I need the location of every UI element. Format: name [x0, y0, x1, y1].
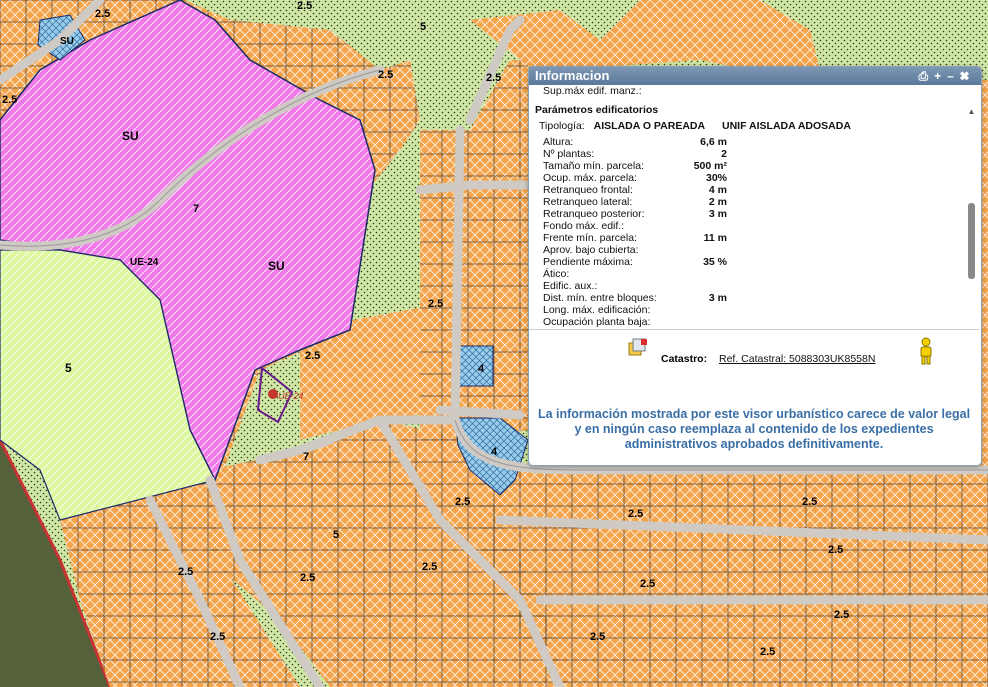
scrollbar[interactable]: ▲ ▼ [967, 107, 976, 329]
zone-label-2-5: 2.5 [802, 496, 817, 508]
param-value: 2 m [708, 196, 727, 208]
legal-disclaimer: La información mostrada por este visor u… [537, 407, 971, 451]
catastro-ref-link[interactable]: Ref. Catastral: 5088303UK8558N [719, 353, 875, 365]
param-value: 30% [705, 172, 727, 184]
tipologia-value-2: UNIF AISLADA ADOSADA [722, 120, 851, 132]
param-key: Frente mín. parcela: [543, 232, 637, 244]
zone-label-2-5: 2.5 [760, 646, 775, 658]
print-icon[interactable]: ⎙ [919, 69, 935, 83]
param-value: 4 m [708, 184, 727, 196]
param-key: Ocup. máx. parcela: [543, 172, 637, 184]
zone-label-su: SU [268, 259, 285, 273]
param-key: Retranqueo frontal: [543, 184, 633, 196]
param-key: Long. máx. edificación: [543, 304, 651, 316]
zone-label-2-5: 2.5 [210, 631, 225, 643]
param-key: Aprov. bajo cubierta: [543, 244, 639, 256]
param-row: Retranqueo lateral: 2 m [535, 196, 957, 208]
param-row: Frente mín. parcela: 11 m [535, 232, 957, 244]
zone-label-7: 7 [303, 451, 309, 463]
minimize-icon[interactable]: – [947, 69, 960, 83]
param-row: Aprov. bajo cubierta: [535, 244, 957, 256]
zone-label-5: 5 [65, 361, 72, 375]
param-value: 3 m [708, 208, 727, 220]
param-key: Ocupación planta baja: [543, 316, 651, 328]
section-title: Parámetros edificatorios [535, 104, 659, 116]
zone-label-4: 4 [478, 363, 485, 375]
zone-label-2-5: 2.5 [305, 350, 320, 362]
zone-label-2-5: 2.5 [378, 69, 393, 81]
param-row: Edific. aux.: [535, 280, 957, 292]
param-row: Fondo máx. edif.: [535, 220, 957, 232]
param-key: Dist. mín. entre bloques: [543, 292, 657, 304]
zone-label-5: 5 [333, 529, 339, 541]
param-key: Ático: [543, 268, 570, 280]
param-value: 11 m [703, 232, 727, 244]
maximize-icon[interactable]: + [934, 69, 947, 83]
param-key: Fondo máx. edif.: [543, 220, 625, 232]
scroll-thumb[interactable] [968, 203, 975, 279]
zone-label-su: SU [60, 36, 74, 47]
zone-label-2-5: 2.5 [834, 609, 849, 621]
zone-label-2-5: 2.5 [300, 572, 315, 584]
tipologia-row: Tipología: AISLADA O PAREADA UNIF AISLAD… [539, 120, 851, 132]
catastro-icon[interactable] [627, 337, 649, 359]
zone-label-2-5: 2.5 [640, 578, 655, 590]
param-row: Retranqueo posterior: 3 m [535, 208, 957, 220]
zone-label-2-5: 2.5 [828, 544, 843, 556]
param-row: Long. máx. edificación: [535, 304, 957, 316]
param-row: Ocupación planta baja: [535, 316, 957, 328]
param-value: 500 m² [693, 160, 727, 172]
streetview-person-icon[interactable] [917, 337, 935, 365]
param-row: Altura: 6,6 m [535, 136, 957, 148]
sup-max-row: Sup.máx edif. manz.: [543, 85, 642, 97]
param-value: 6,6 m [700, 136, 727, 148]
tipologia-value-1: AISLADA O PAREADA [593, 120, 706, 132]
info-panel[interactable]: Informacion ⎙+–✖ Sup.máx edif. manz.: Pa… [528, 66, 982, 466]
zone-label-2-5: 2.5 [455, 496, 470, 508]
param-key: Pendiente máxima: [543, 256, 633, 268]
zone-label-su: SU [122, 129, 139, 143]
zone-label-2-5: 2.5 [422, 561, 437, 573]
param-row: Retranqueo frontal: 4 m [535, 184, 957, 196]
selected-parcel-label: UE-24 [278, 391, 304, 401]
param-value: 35 % [703, 256, 727, 268]
catastro-label: Catastro: [661, 353, 708, 365]
zone-label-2-5: 2.5 [590, 631, 605, 643]
info-panel-scroll-area[interactable]: Sup.máx edif. manz.: Parámetros edificat… [529, 85, 979, 330]
zone-label-4: 4 [491, 446, 498, 458]
param-row: Tamaño mín. parcela: 500 m² [535, 160, 957, 172]
param-row: Pendiente máxima: 35 % [535, 256, 957, 268]
param-key: Retranqueo lateral: [543, 196, 633, 208]
zone-label-ue24: UE-24 [130, 257, 159, 268]
zone-label-2-5: 2.5 [428, 298, 443, 310]
param-row: Dist. mín. entre bloques: 3 m [535, 292, 957, 304]
param-key: Edific. aux.: [543, 280, 598, 292]
zone-label-2-5: 2.5 [486, 72, 501, 84]
zone-label-7: 7 [193, 203, 199, 215]
param-value: 2 [721, 148, 727, 160]
zone-label-2-5: 2.5 [2, 94, 17, 106]
catastro-row: Catastro: Ref. Catastral: 5088303UK8558N [529, 331, 979, 391]
param-row: Nº plantas: 2 [535, 148, 957, 160]
param-value: 3 m [708, 292, 727, 304]
info-panel-title: Informacion [535, 68, 610, 83]
params-list: Altura: 6,6 m Nº plantas: 2 Tamaño mín. parc… [535, 136, 957, 328]
scroll-up-icon[interactable]: ▲ [967, 107, 976, 117]
zone-label-2-5: 2.5 [628, 508, 643, 520]
zone-label-2-5: 2.5 [95, 8, 110, 20]
zone-label-2-5: 2.5 [178, 566, 193, 578]
zone-label-5: 5 [420, 21, 426, 33]
param-row: Ático: [535, 268, 957, 280]
param-key: Nº plantas: [543, 148, 595, 160]
param-key: Retranqueo posterior: [543, 208, 645, 220]
param-key: Tamaño mín. parcela: [543, 160, 644, 172]
close-icon[interactable]: ✖ [960, 69, 975, 83]
info-panel-header[interactable]: Informacion ⎙+–✖ [529, 67, 981, 85]
zone-label-2-5: 2.5 [297, 0, 312, 12]
param-key: Altura: [543, 136, 574, 148]
param-row: Ocup. máx. parcela: 30% [535, 172, 957, 184]
